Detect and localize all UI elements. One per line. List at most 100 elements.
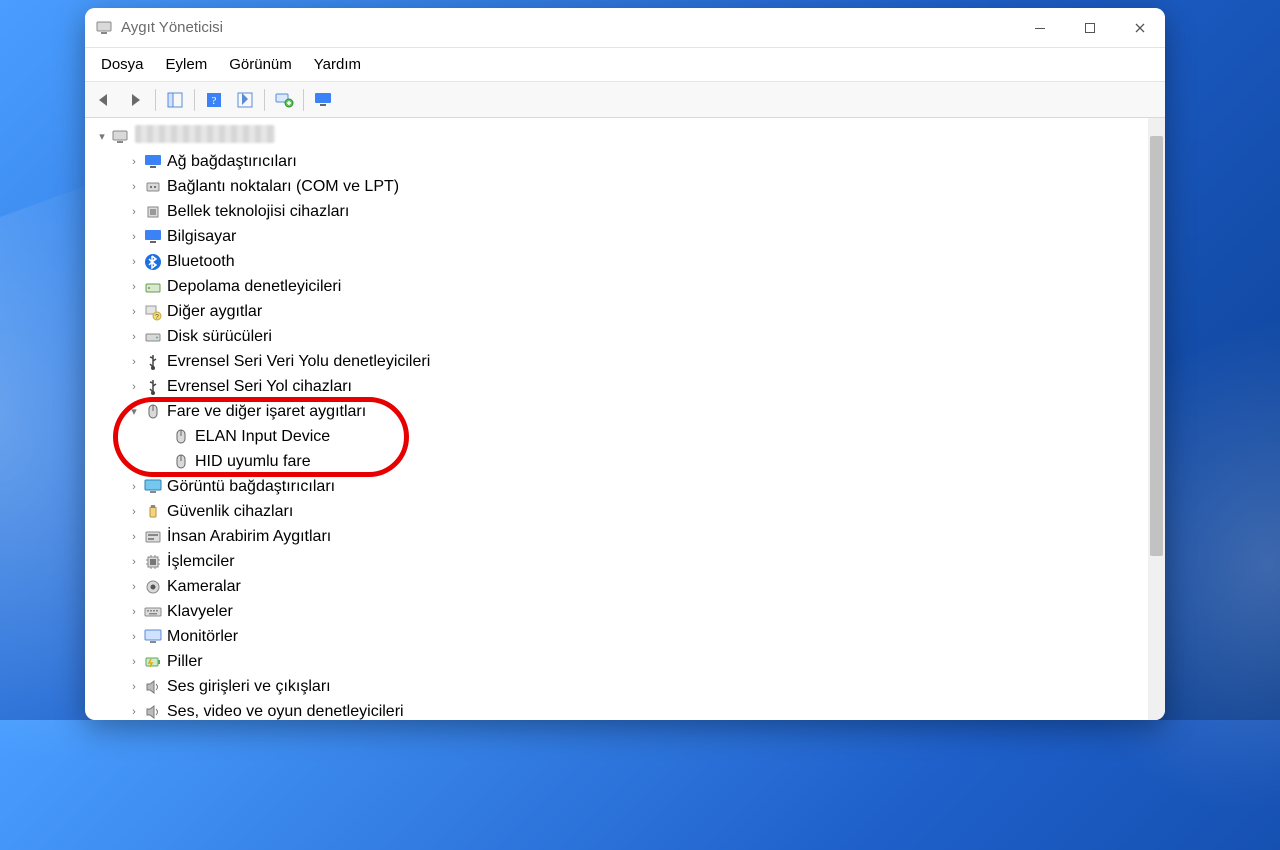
expand-chevron-icon[interactable]: › [127, 206, 141, 218]
menu-help[interactable]: Yardım [304, 50, 371, 79]
hid-icon [143, 527, 163, 547]
tree-category-net[interactable]: ›Ağ bağdaştırıcıları [89, 149, 1148, 174]
tree-category-kbd[interactable]: ›Klavyeler [89, 599, 1148, 624]
tree-label: ELAN Input Device [195, 428, 330, 446]
tree-category-mouse[interactable]: ▾ Fare ve diğer işaret aygıtları [89, 399, 1148, 424]
cpu-icon [143, 552, 163, 572]
tree-root[interactable]: ▾ [89, 124, 1148, 149]
tree-category-usb[interactable]: › Evrensel Seri Veri Yolu denetleyicileri [89, 349, 1148, 374]
tree-category-ports[interactable]: ›Bağlantı noktaları (COM ve LPT) [89, 174, 1148, 199]
separator [303, 89, 304, 111]
port-icon [143, 177, 163, 197]
tree-category-bt[interactable]: › Bluetooth [89, 249, 1148, 274]
tree-category-stor[interactable]: › Depolama denetleyicileri [89, 274, 1148, 299]
tree-category-cam[interactable]: › Kameralar [89, 574, 1148, 599]
usb-icon [143, 377, 163, 397]
tree-label: Disk sürücüleri [167, 328, 272, 346]
tree-label: Evrensel Seri Veri Yolu denetleyicileri [167, 353, 430, 371]
expand-chevron-icon[interactable]: ▾ [127, 405, 141, 418]
tree-category-disk[interactable]: › Disk sürücüleri [89, 324, 1148, 349]
mouse-icon [143, 402, 163, 422]
tree-category-pc[interactable]: › Bilgisayar [89, 224, 1148, 249]
expand-chevron-icon[interactable]: › [127, 631, 141, 643]
expand-chevron-icon[interactable]: › [127, 681, 141, 693]
menu-view[interactable]: Görünüm [219, 50, 302, 79]
expand-chevron-icon[interactable]: › [127, 306, 141, 318]
minimize-button[interactable] [1015, 8, 1065, 48]
device-tree[interactable]: ▾ ›Ağ bağdaştırıcıları›Bağlantı noktaları… [85, 118, 1148, 720]
tree-category-hid[interactable]: ›İnsan Arabirim Aygıtları [89, 524, 1148, 549]
tree-category-mon[interactable]: › Monitörler [89, 624, 1148, 649]
expand-chevron-icon[interactable]: › [127, 556, 141, 568]
mouse-icon [171, 452, 191, 472]
display-icon [143, 477, 163, 497]
tree-item-mouse-0[interactable]: ELAN Input Device [89, 424, 1148, 449]
disk-icon [143, 327, 163, 347]
nav-forward-button[interactable] [122, 86, 150, 114]
action-properties-button[interactable] [231, 86, 259, 114]
expand-chevron-icon[interactable]: › [127, 356, 141, 368]
tree-category-sec[interactable]: › Güvenlik cihazları [89, 499, 1148, 524]
computer-icon [111, 127, 131, 147]
security-icon [143, 502, 163, 522]
tree-item-mouse-1[interactable]: HID uyumlu fare [89, 449, 1148, 474]
show-hide-tree-button[interactable] [161, 86, 189, 114]
svg-text:?: ? [155, 314, 159, 321]
tree-label: Güvenlik cihazları [167, 503, 293, 521]
expand-chevron-icon[interactable]: › [127, 506, 141, 518]
tree-label: Fare ve diğer işaret aygıtları [167, 403, 366, 421]
expand-chevron-icon[interactable]: › [127, 181, 141, 193]
tree-category-audio[interactable]: ›Ses girişleri ve çıkışları [89, 674, 1148, 699]
maximize-button[interactable] [1065, 8, 1115, 48]
expand-chevron-icon[interactable]: › [127, 706, 141, 718]
separator [155, 89, 156, 111]
expand-chevron-icon[interactable]: › [127, 381, 141, 393]
tree-label: Depolama denetleyicileri [167, 278, 341, 296]
tree-label: Evrensel Seri Yol cihazları [167, 378, 352, 396]
tree-label: Bluetooth [167, 253, 235, 271]
tree-category-media[interactable]: ›Ses, video ve oyun denetleyicileri [89, 699, 1148, 720]
scrollbar[interactable] [1148, 118, 1165, 720]
monitor-icon [143, 627, 163, 647]
expand-chevron-icon[interactable]: › [127, 581, 141, 593]
tree-label: Bilgisayar [167, 228, 236, 246]
expand-chevron-icon[interactable]: › [127, 231, 141, 243]
bluetooth-icon [143, 252, 163, 272]
expand-chevron-icon[interactable]: › [127, 256, 141, 268]
tree-label [135, 125, 275, 148]
tree-label: Monitörler [167, 628, 238, 646]
tree-label: Kameralar [167, 578, 241, 596]
menu-action[interactable]: Eylem [156, 50, 218, 79]
mouse-icon [171, 427, 191, 447]
expand-chevron-icon[interactable]: › [127, 331, 141, 343]
monitor-blue-icon [143, 227, 163, 247]
close-button[interactable] [1115, 8, 1165, 48]
tree-label: Görüntü bağdaştırıcıları [167, 478, 335, 496]
tree-category-batt[interactable]: › Piller [89, 649, 1148, 674]
toolbar: ? [85, 82, 1165, 118]
menu-file[interactable]: Dosya [91, 50, 154, 79]
tree-category-disp[interactable]: › Görüntü bağdaştırıcıları [89, 474, 1148, 499]
speaker-icon [143, 702, 163, 721]
expand-chevron-icon[interactable]: › [127, 156, 141, 168]
help-button[interactable]: ? [200, 86, 228, 114]
camera-icon [143, 577, 163, 597]
battery-icon [143, 652, 163, 672]
nav-back-button[interactable] [91, 86, 119, 114]
tree-label: Piller [167, 653, 203, 671]
tree-category-usbd[interactable]: › Evrensel Seri Yol cihazları [89, 374, 1148, 399]
tree-category-other[interactable]: ›?Diğer aygıtlar [89, 299, 1148, 324]
tree-category-cpu[interactable]: ›İşlemciler [89, 549, 1148, 574]
chip-icon [143, 202, 163, 222]
expand-chevron-icon[interactable]: › [127, 606, 141, 618]
expand-chevron-icon[interactable]: › [127, 531, 141, 543]
app-icon [95, 19, 113, 37]
expand-chevron-icon[interactable]: ▾ [95, 130, 109, 143]
scan-hardware-button[interactable] [270, 86, 298, 114]
scrollbar-thumb[interactable] [1150, 136, 1163, 556]
tree-category-membus[interactable]: ›Bellek teknolojisi cihazları [89, 199, 1148, 224]
expand-chevron-icon[interactable]: › [127, 281, 141, 293]
expand-chevron-icon[interactable]: › [127, 481, 141, 493]
monitor-button[interactable] [309, 86, 337, 114]
expand-chevron-icon[interactable]: › [127, 656, 141, 668]
